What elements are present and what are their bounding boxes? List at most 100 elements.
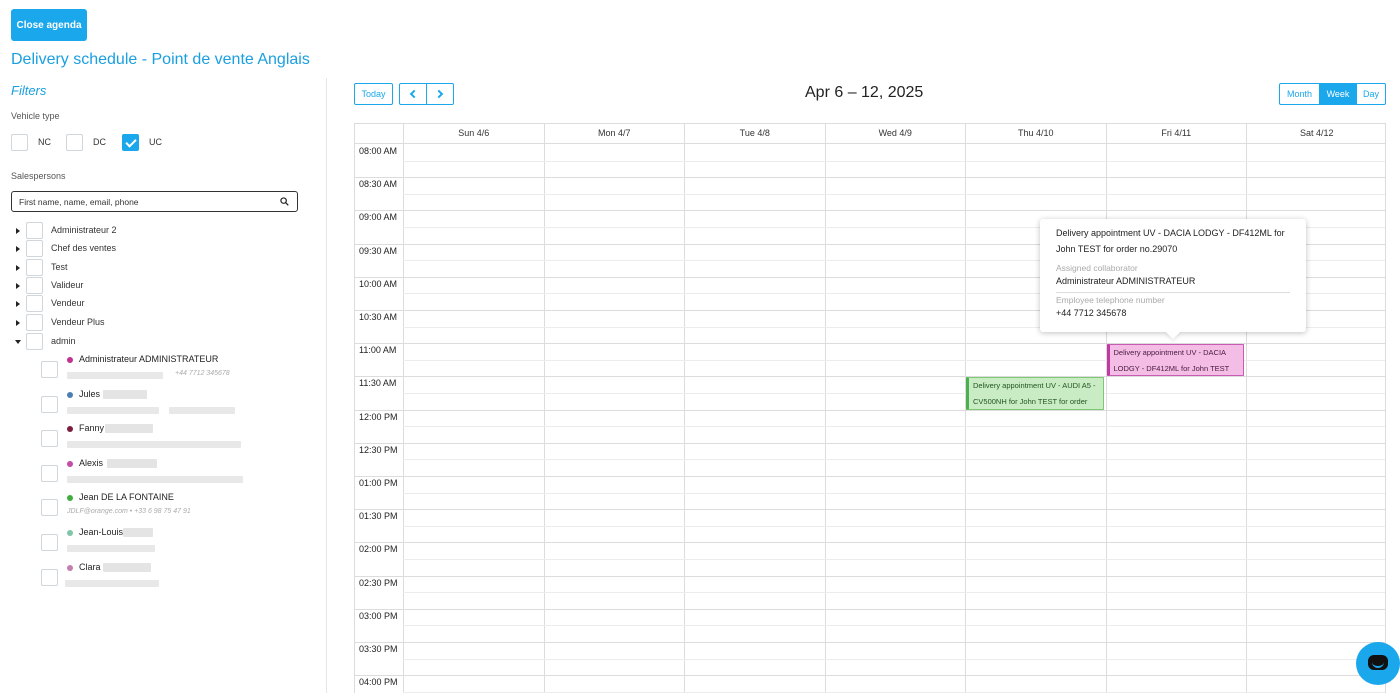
salesperson-item[interactable]: Jean-Louis [41, 526, 301, 560]
salesperson-name: Jules [79, 389, 101, 399]
quarter-line [403, 393, 1385, 394]
filters-title: Filters [11, 83, 47, 98]
salesperson-checkbox[interactable] [41, 465, 58, 482]
quarter-line [403, 193, 1385, 195]
sidebar-divider [326, 78, 327, 693]
calendar-event[interactable]: Delivery appointment UV - AUDI A5 - CV50… [966, 377, 1104, 410]
caret-right-icon[interactable] [16, 228, 20, 234]
salesperson-checkbox[interactable] [41, 499, 58, 516]
slot-line [355, 177, 1385, 179]
caret-right-icon[interactable] [16, 283, 20, 289]
salesperson-checkbox[interactable] [41, 534, 58, 551]
group-checkbox[interactable] [26, 222, 43, 239]
header-line [355, 143, 1385, 144]
next-week-button[interactable] [426, 83, 454, 105]
tooltip-divider [1056, 292, 1290, 293]
group-vendeur-plus[interactable]: Vendeur Plus [11, 314, 291, 331]
group-vendeur[interactable]: Vendeur [11, 295, 291, 312]
day-header: Fri 4/11 [1105, 124, 1247, 143]
salesperson-checkbox[interactable] [41, 430, 58, 447]
salesperson-item[interactable]: Administrateur ADMINISTRATEUR +44 7712 3… [41, 353, 301, 387]
salesperson-name: Alexis [79, 458, 104, 468]
slot-line [355, 608, 1385, 610]
redacted-phone [169, 407, 235, 414]
slot-line [355, 509, 1385, 511]
time-slot-label: 11:30 AM [359, 378, 397, 389]
caret-right-icon[interactable] [16, 320, 20, 326]
today-button[interactable]: Today [354, 83, 393, 105]
group-chef-des-ventes[interactable]: Chef des ventes [11, 240, 291, 257]
filters-sidebar: Filters Vehicle type NC DC UC Salesperso… [11, 78, 307, 693]
slot-line [355, 476, 1385, 477]
chat-icon [1368, 655, 1388, 670]
vehicle-type-nc-checkbox[interactable] [11, 134, 28, 151]
group-checkbox[interactable] [26, 314, 43, 331]
event-tooltip: Delivery appointment UV - DACIA LODGY - … [1040, 219, 1306, 332]
group-label: admin [51, 336, 76, 346]
time-slot-label: 12:00 PM [359, 411, 398, 422]
group-label: Administrateur 2 [51, 225, 117, 235]
calendar-week-grid[interactable]: Sun 4/6 Mon 4/7 Tue 4/8 Wed 4/9 Thu 4/10 Fri … [354, 123, 1386, 693]
caret-down-icon[interactable] [15, 340, 21, 344]
day-column-line [403, 143, 404, 693]
month-view-button[interactable]: Month [1279, 83, 1320, 105]
vehicle-type-uc-label: UC [149, 137, 162, 147]
tooltip-title: Delivery appointment UV - DACIA LODGY - … [1056, 228, 1285, 254]
group-checkbox[interactable] [26, 277, 43, 294]
slot-line [355, 675, 1385, 677]
day-column-line [965, 143, 966, 693]
caret-right-icon[interactable] [16, 301, 20, 307]
redacted-surname [107, 459, 157, 468]
day-view-button[interactable]: Day [1356, 83, 1386, 105]
salesperson-name: Fanny [79, 423, 105, 433]
redacted-contact [65, 580, 159, 587]
group-checkbox[interactable] [26, 333, 43, 350]
salesperson-search-input[interactable] [19, 195, 269, 208]
redacted-surname [103, 390, 147, 399]
caret-right-icon[interactable] [16, 246, 20, 252]
salesperson-contact: +44 7712 345678 [175, 370, 230, 377]
salesperson-search [11, 191, 298, 212]
salesperson-item[interactable]: Jules [41, 388, 301, 422]
tooltip-collaborator-label: Assigned collaborator [1056, 263, 1138, 273]
group-checkbox[interactable] [26, 259, 43, 276]
group-admin[interactable]: admin [11, 333, 291, 350]
salesperson-contact: JDLF@orange.com • +33 6 98 75 47 91 [67, 508, 191, 515]
group-label: Vendeur Plus [51, 317, 105, 327]
caret-right-icon[interactable] [16, 265, 20, 271]
group-valideur[interactable]: Valideur [11, 277, 291, 294]
slot-line [355, 409, 1385, 411]
group-checkbox[interactable] [26, 240, 43, 257]
group-test[interactable]: Test [11, 259, 291, 276]
day-header: Sun 4/6 [403, 124, 544, 143]
group-checkbox[interactable] [26, 295, 43, 312]
previous-week-button[interactable] [399, 83, 427, 105]
salesperson-item[interactable]: Alexis [41, 457, 301, 491]
vehicle-type-row: NC DC UC [11, 134, 211, 152]
time-slot-label: 01:00 PM [359, 478, 398, 488]
salesperson-item[interactable]: Jean DE LA FONTAINE JDLF@orange.com • +3… [41, 491, 301, 525]
group-label: Valideur [51, 280, 84, 290]
vehicle-type-uc-checkbox[interactable] [122, 134, 139, 151]
chat-support-button[interactable] [1356, 642, 1400, 685]
week-view-button[interactable]: Week [1319, 83, 1357, 105]
group-administrateur-2[interactable]: Administrateur 2 [11, 222, 291, 239]
close-agenda-button[interactable]: Close agenda [11, 9, 87, 41]
salesperson-item[interactable]: Fanny [41, 422, 301, 456]
redacted-contact [67, 545, 155, 552]
calendar-event[interactable]: Delivery appointment UV - DACIA LODGY - … [1106, 344, 1244, 377]
salesperson-checkbox[interactable] [41, 569, 58, 586]
color-dot-icon [67, 461, 73, 467]
vehicle-type-dc-checkbox[interactable] [66, 134, 83, 151]
salesperson-checkbox[interactable] [41, 396, 58, 413]
salesperson-name: Jean DE LA FONTAINE [79, 492, 174, 502]
quarter-line [403, 160, 1385, 162]
group-label: Chef des ventes [51, 243, 117, 253]
salesperson-item[interactable]: Clara [41, 561, 301, 595]
color-dot-icon [67, 530, 73, 536]
quarter-line [403, 559, 1385, 560]
search-icon[interactable] [280, 197, 289, 206]
day-header: Thu 4/10 [965, 124, 1106, 143]
salesperson-checkbox[interactable] [41, 361, 58, 378]
tooltip-collaborator-value: Administrateur ADMINISTRATEUR [1056, 276, 1196, 286]
